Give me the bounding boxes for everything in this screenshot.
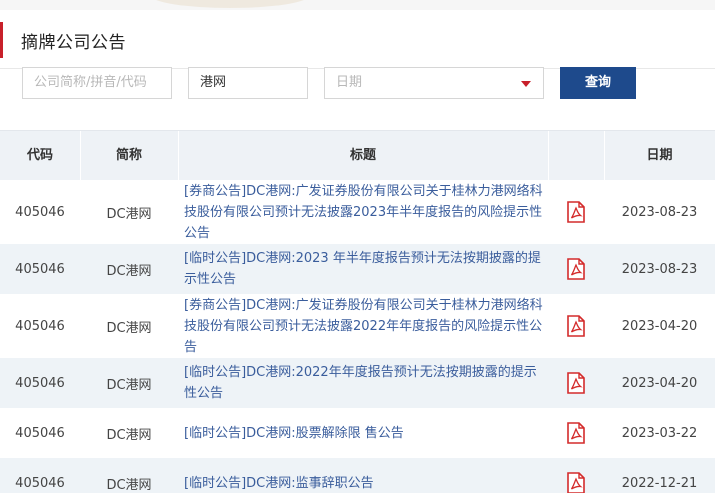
date-select[interactable]: 日期 bbox=[324, 67, 544, 99]
pdf-file-icon[interactable] bbox=[548, 180, 604, 244]
row-date: 2022-12-21 bbox=[621, 475, 698, 491]
page-title: 摘牌公司公告 bbox=[21, 32, 126, 53]
column-header-title[interactable]: 标题 bbox=[178, 131, 548, 181]
keyword-input[interactable]: 港网 bbox=[188, 67, 308, 99]
row-code: 405046 bbox=[15, 204, 65, 220]
table-header: 代码 简称 标题 日期 bbox=[0, 130, 715, 181]
company-search-input[interactable]: 公司简称/拼音/代码 bbox=[22, 67, 172, 99]
date-select-label: 日期 bbox=[336, 75, 363, 90]
row-code: 405046 bbox=[15, 425, 65, 441]
dropdown-caret-icon bbox=[521, 81, 531, 87]
table-row[interactable]: 405046 DC港网 [临时公告]DC港网:监事辞职公告 2022-12-21 bbox=[0, 458, 715, 493]
pdf-file-icon[interactable] bbox=[548, 294, 604, 358]
row-code: 405046 bbox=[15, 318, 65, 334]
row-date: 2023-08-23 bbox=[621, 204, 698, 220]
pdf-file-icon[interactable] bbox=[548, 458, 604, 493]
row-date: 2023-04-20 bbox=[621, 318, 698, 334]
row-code: 405046 bbox=[15, 375, 65, 391]
table-row[interactable]: 405046 DC港网 [临时公告]DC港网:股票解除限 售公告 2023-03… bbox=[0, 408, 715, 458]
pdf-file-icon[interactable] bbox=[548, 358, 604, 408]
row-code: 405046 bbox=[15, 475, 65, 491]
announcement-link[interactable]: [临时公告]DC港网:监事辞职公告 bbox=[184, 458, 546, 493]
query-button[interactable]: 查询 bbox=[560, 67, 636, 99]
row-date: 2023-04-20 bbox=[621, 375, 698, 391]
title-accent-bar bbox=[0, 22, 3, 58]
section-header: 摘牌公司公告 bbox=[0, 22, 126, 58]
row-code: 405046 bbox=[15, 261, 65, 277]
row-abbr: DC港网 bbox=[106, 320, 152, 336]
row-abbr: DC港网 bbox=[106, 263, 152, 279]
row-abbr: DC港网 bbox=[106, 377, 152, 393]
row-date: 2023-08-23 bbox=[621, 261, 698, 277]
column-header-code[interactable]: 代码 bbox=[0, 131, 80, 181]
row-abbr: DC港网 bbox=[106, 477, 152, 493]
table-row[interactable]: 405046 DC港网 [券商公告]DC港网:广发证券股份有限公司关于桂林力港网… bbox=[0, 294, 715, 358]
pdf-file-icon[interactable] bbox=[548, 408, 604, 458]
column-header-date[interactable]: 日期 bbox=[604, 131, 715, 181]
header-divider bbox=[548, 131, 549, 181]
announcement-link[interactable]: [券商公告]DC港网:广发证券股份有限公司关于桂林力港网络科技股份有限公司预计无… bbox=[184, 294, 546, 358]
announcement-link[interactable]: [临时公告]DC港网:2023 年半年度报告预计无法按期披露的提示性公告 bbox=[184, 244, 546, 294]
announcement-link[interactable]: [临时公告]DC港网:2022年年度报告预计无法按期披露的提示性公告 bbox=[184, 358, 546, 408]
banner-decoration bbox=[150, 0, 310, 8]
row-date: 2023-03-22 bbox=[621, 425, 698, 441]
announcement-table: 代码 简称 标题 日期 405046 DC港网 [券商公告]DC港网:广发证券股… bbox=[0, 130, 715, 493]
announcement-link[interactable]: [券商公告]DC港网:广发证券股份有限公司关于桂林力港网络科技股份有限公司预计无… bbox=[184, 180, 546, 244]
table-row[interactable]: 405046 DC港网 [临时公告]DC港网:2022年年度报告预计无法按期披露… bbox=[0, 358, 715, 408]
search-bar: 公司简称/拼音/代码 港网 日期 查询 bbox=[0, 67, 715, 101]
pdf-file-icon[interactable] bbox=[548, 244, 604, 294]
top-banner-strip bbox=[0, 0, 715, 10]
table-row[interactable]: 405046 DC港网 [临时公告]DC港网:2023 年半年度报告预计无法按期… bbox=[0, 244, 715, 294]
table-row[interactable]: 405046 DC港网 [券商公告]DC港网:广发证券股份有限公司关于桂林力港网… bbox=[0, 180, 715, 244]
row-abbr: DC港网 bbox=[106, 427, 152, 443]
column-header-abbr[interactable]: 简称 bbox=[80, 131, 178, 181]
announcement-link[interactable]: [临时公告]DC港网:股票解除限 售公告 bbox=[184, 408, 546, 458]
row-abbr: DC港网 bbox=[106, 206, 152, 222]
